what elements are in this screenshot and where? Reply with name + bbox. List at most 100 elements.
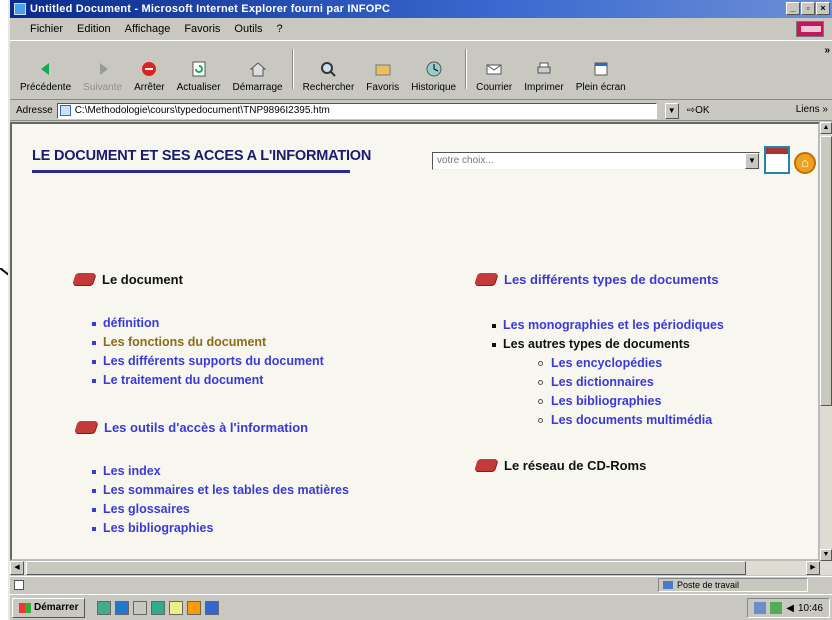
list-item[interactable]: Le traitement du document [92,371,324,390]
link-bibliographies-2[interactable]: Les bibliographies [551,392,661,411]
horizontal-scrollbar[interactable]: ◀ ▶ [10,561,832,575]
close-button[interactable]: × [816,2,830,15]
link-monographies[interactable]: Les monographies et les périodiques [503,316,724,335]
scroll-left-icon[interactable]: ◀ [10,561,24,575]
favorites-button[interactable]: Favoris [360,45,405,93]
windows-logo-icon [19,602,31,613]
list-item[interactable]: Les encyclopédies [538,354,712,373]
speaker-icon[interactable]: ◀ [786,603,794,614]
quicklaunch-icon[interactable] [169,600,184,615]
forward-button[interactable]: Suivante [77,45,128,93]
quicklaunch-icon[interactable] [115,600,130,615]
quicklaunch-icon[interactable] [151,600,166,615]
address-dropdown-button[interactable]: ▼ [664,102,679,119]
choice-select[interactable]: votre choix... ▼ [432,152,760,170]
menu-help[interactable]: ? [277,23,283,35]
address-bar: Adresse C:\Methodologie\cours\typedocume… [10,101,832,121]
outils-list: Les index Les sommaires et les tables de… [92,462,349,538]
link-index[interactable]: Les index [103,462,161,481]
list-item[interactable]: Les sommaires et les tables des matières [92,481,349,500]
history-icon [426,61,442,77]
list-item[interactable]: Les index [92,462,349,481]
address-url: C:\Methodologie\cours\typedocument\TNP98… [74,105,330,116]
list-item[interactable]: Les documents multimédia [538,411,712,430]
scroll-right-icon[interactable]: ▶ [806,561,820,575]
home-icon[interactable]: ⌂ [794,152,816,174]
address-input[interactable]: C:\Methodologie\cours\typedocument\TNP98… [56,102,657,119]
mail-button[interactable]: Courrier [470,45,518,93]
go-button[interactable]: ⇨OK [687,105,710,116]
list-item[interactable]: Les fonctions du document [92,333,324,352]
toolbar: Précédente Suivante Arrêter Actualiser D… [10,40,832,100]
list-item[interactable]: Les monographies et les périodiques [492,316,724,335]
home-button[interactable]: Démarrage [227,45,289,93]
print-button[interactable]: Imprimer [518,45,569,93]
link-dictionnaires[interactable]: Les dictionnaires [551,373,654,392]
ie-icon [14,3,26,15]
scroll-thumb[interactable] [820,136,832,406]
fullscreen-icon [594,62,608,76]
link-fonctions[interactable]: Les fonctions du document [103,333,266,352]
computer-icon [663,581,673,589]
history-button[interactable]: Historique [405,45,462,93]
bullet [92,488,96,493]
menu-favoris[interactable]: Favoris [184,23,220,35]
section-heading: Le document [102,272,183,287]
links-button[interactable]: Liens » [796,104,828,115]
menu-fichier[interactable]: Fichier [30,23,63,35]
mail-icon [486,64,502,75]
minimize-button[interactable]: _ [786,2,800,15]
bullet [92,321,96,326]
fullscreen-button[interactable]: Plein écran [570,45,632,93]
scroll-down-icon[interactable]: ▼ [820,549,832,561]
calendar-icon[interactable] [764,146,790,174]
go-arrow-icon: ⇨ [686,105,696,116]
link-sommaires[interactable]: Les sommaires et les tables des matières [103,481,349,500]
quicklaunch-icon[interactable] [97,600,112,615]
list-item[interactable]: définition [92,314,324,333]
forward-arrow-icon [99,63,108,75]
quick-launch [97,600,220,615]
vertical-scrollbar[interactable]: ▲ ▼ [820,122,832,561]
list-item[interactable]: Les différents supports du document [92,352,324,371]
section-outils[interactable]: Les outils d'accès à l'information [76,420,308,435]
search-button[interactable]: Rechercher [297,45,361,93]
page-title: LE DOCUMENT ET SES ACCES A L'INFORMATION [32,148,372,164]
start-button[interactable]: Démarrer [12,597,86,618]
hscroll-thumb[interactable] [26,561,746,575]
list-item[interactable]: Les glossaires [92,500,349,519]
refresh-button[interactable]: Actualiser [171,45,227,93]
link-encyclopedies[interactable]: Les encyclopédies [551,354,662,373]
quicklaunch-icon[interactable] [205,600,220,615]
circle-bullet [538,361,543,366]
tray-icon[interactable] [770,602,783,614]
toolbar-separator [291,49,294,89]
toolbar-more-chevron-icon[interactable]: » [824,45,830,56]
section-types[interactable]: Les différents types de documents [476,272,719,287]
link-bibliographies[interactable]: Les bibliographies [103,519,213,538]
list-item[interactable]: Les bibliographies [538,392,712,411]
scroll-up-icon[interactable]: ▲ [820,122,832,134]
clock: 10:46 [797,602,823,614]
link-supports[interactable]: Les différents supports du document [103,352,324,371]
back-button[interactable]: Précédente [14,45,77,93]
link-glossaires[interactable]: Les glossaires [103,500,190,519]
list-item[interactable]: Les dictionnaires [538,373,712,392]
list-item[interactable]: Les bibliographies [92,519,349,538]
circle-bullet [538,418,543,423]
links-label: Liens [795,104,820,115]
quicklaunch-icon[interactable] [187,600,202,615]
tray-icon[interactable] [754,602,767,614]
stop-button[interactable]: Arrêter [128,45,171,93]
link-traitement[interactable]: Le traitement du document [103,371,263,390]
menu-affichage[interactable]: Affichage [125,23,171,35]
chevron-down-icon[interactable]: ▼ [745,153,759,169]
menu-edition[interactable]: Edition [77,23,111,35]
quicklaunch-icon[interactable] [133,600,148,615]
menu-outils[interactable]: Outils [234,23,262,35]
window-controls: _ ▫ × [786,2,830,15]
link-multimedia[interactable]: Les documents multimédia [551,411,712,430]
maximize-button[interactable]: ▫ [801,2,815,15]
link-definition[interactable]: définition [103,314,159,333]
book-icon [476,459,498,473]
